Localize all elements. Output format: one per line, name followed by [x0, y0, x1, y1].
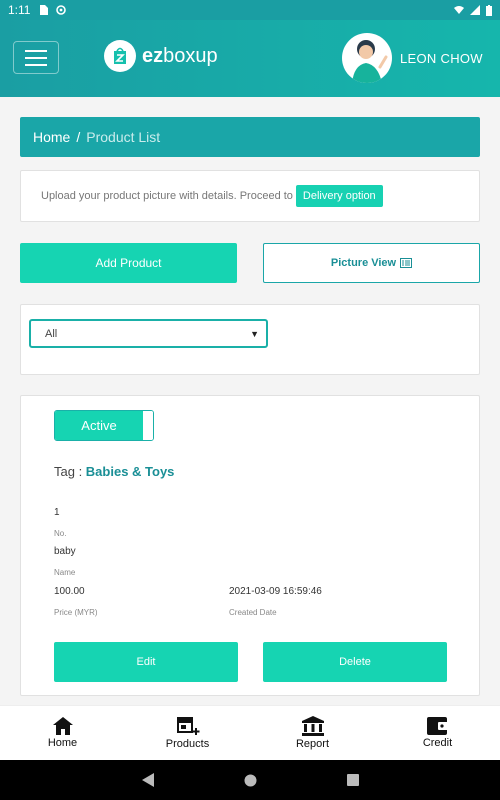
product-name-label: Name: [54, 568, 76, 577]
nav-report-label: Report: [295, 738, 330, 750]
wallet-icon: [426, 717, 449, 735]
breadcrumb-separator: /: [76, 129, 81, 145]
created-date-label: Created Date: [229, 608, 277, 617]
product-card: Active Tag : Babies & Toys 1 No. baby Na…: [20, 395, 480, 696]
breadcrumb: Home / Product List: [20, 117, 480, 157]
store-add-icon: [176, 717, 199, 735]
product-tag: Tag : Babies & Toys: [54, 464, 174, 479]
home-icon: [52, 717, 73, 735]
bank-icon: [301, 716, 324, 736]
avatar[interactable]: [342, 33, 392, 83]
status-toggle-label: Active: [55, 411, 143, 440]
delivery-option-button[interactable]: Delivery option: [295, 185, 383, 207]
nav-credit-label: Credit: [422, 737, 453, 749]
add-product-label: Add Product: [95, 256, 162, 270]
created-date-value: 2021-03-09 16:59:46: [229, 586, 322, 597]
product-price-value: 100.00: [54, 586, 85, 597]
nav-item-home[interactable]: Home: [0, 706, 125, 760]
status-bar: 1:11: [0, 0, 500, 20]
nav-item-credit[interactable]: Credit: [375, 706, 500, 760]
user-avatar-icon: [352, 40, 388, 83]
tag-label: Tag :: [54, 464, 86, 479]
tag-value: Babies & Toys: [85, 464, 175, 479]
breadcrumb-current: Product List: [86, 129, 161, 145]
caret-down-icon: ▼: [250, 328, 259, 339]
back-icon[interactable]: [141, 773, 154, 787]
breadcrumb-home-link[interactable]: Home: [33, 129, 70, 145]
logo-text: ezboxup: [142, 44, 218, 67]
wifi-icon: [454, 6, 464, 14]
category-select-value: All: [45, 327, 58, 340]
home-circle-icon[interactable]: [244, 774, 257, 787]
recents-icon[interactable]: [346, 774, 359, 786]
info-text: Upload your product picture with details…: [41, 190, 293, 202]
add-product-button[interactable]: Add Product: [20, 243, 237, 283]
category-select[interactable]: All ▼: [29, 319, 268, 348]
product-no-value: 1: [54, 507, 60, 518]
product-no-label: No.: [54, 529, 67, 538]
info-card: Upload your product picture with details…: [20, 170, 480, 222]
box-logo-icon: [104, 40, 136, 72]
status-toggle[interactable]: Active: [54, 410, 154, 441]
nav-home-label: Home: [47, 737, 78, 749]
product-name-value: baby: [54, 546, 76, 557]
picture-view-label: Picture View: [330, 257, 397, 269]
edit-button[interactable]: Edit: [54, 642, 238, 682]
list-icon: [400, 258, 413, 268]
picture-view-button[interactable]: Picture View: [263, 243, 480, 283]
username[interactable]: LEON CHOW: [400, 51, 483, 66]
nav-products-label: Products: [165, 738, 210, 750]
sd-card-icon: [40, 5, 49, 15]
toggle-knob: [143, 411, 153, 440]
status-time: 1:11: [8, 3, 31, 17]
battery-icon: [486, 4, 492, 16]
signal-icon: [470, 5, 480, 15]
delete-button[interactable]: Delete: [263, 642, 447, 682]
nav-item-products[interactable]: Products: [125, 706, 250, 760]
product-price-label: Price (MYR): [54, 608, 98, 617]
app-header: ezboxup LEON CHOW: [0, 20, 500, 97]
system-nav-bar: [0, 760, 500, 800]
bottom-nav: Home Products Report Credit: [0, 705, 500, 760]
filter-card: All ▼: [20, 304, 480, 375]
menu-button[interactable]: [13, 41, 59, 74]
nav-item-report[interactable]: Report: [250, 706, 375, 760]
sync-icon: [56, 5, 67, 15]
logo[interactable]: ezboxup: [104, 40, 218, 72]
